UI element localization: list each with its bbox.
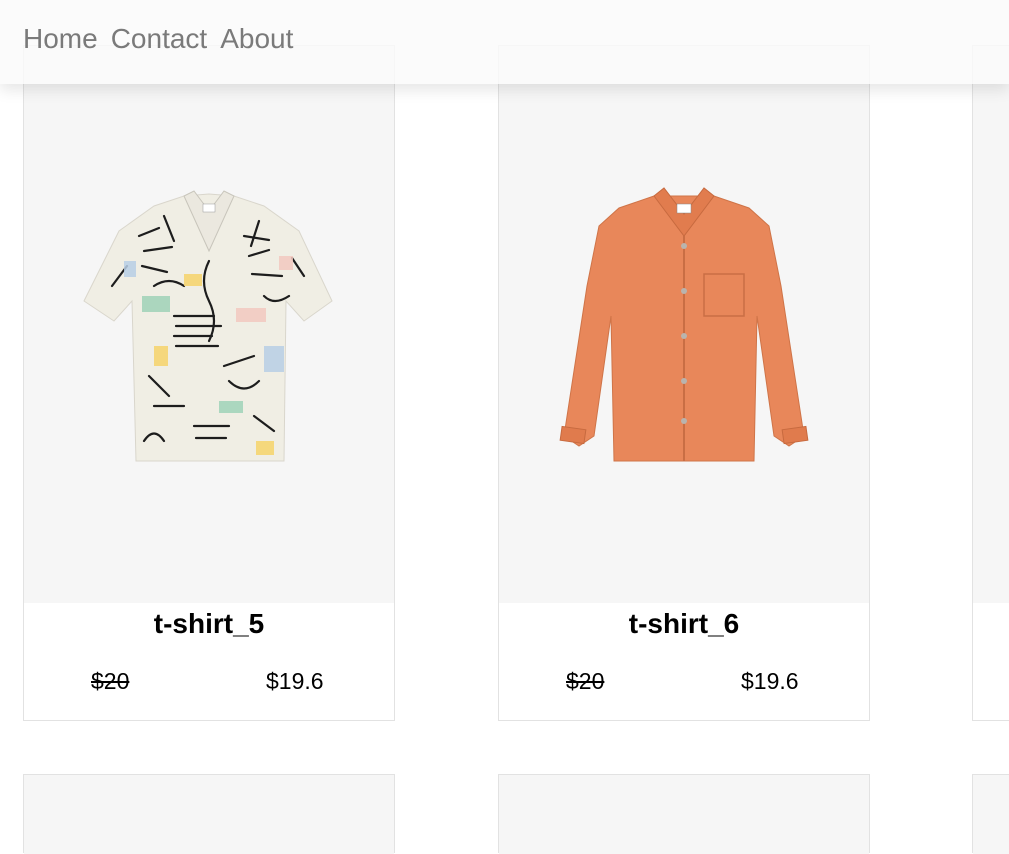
- product-image-patterned-shirt[interactable]: [24, 46, 394, 603]
- top-navbar: Home Contact About: [0, 0, 1009, 84]
- original-price: $20: [91, 668, 130, 694]
- product-card-partial[interactable]: [498, 774, 870, 854]
- sale-price: $19.6: [266, 668, 324, 694]
- sale-price: $19.6: [741, 668, 799, 694]
- product-card-partial[interactable]: [23, 774, 395, 854]
- product-card[interactable]: t-shirt_5 $20 $19.6: [23, 45, 395, 721]
- product-image[interactable]: [973, 46, 1009, 603]
- product-image-orange-shirt[interactable]: [499, 46, 869, 603]
- product-image[interactable]: [499, 775, 869, 854]
- original-price: $20: [566, 668, 605, 694]
- product-image[interactable]: [24, 775, 394, 854]
- product-card[interactable]: t-shirt_6 $20 $19.6: [498, 45, 870, 721]
- product-card-partial[interactable]: [972, 774, 1009, 854]
- product-image[interactable]: [973, 775, 1009, 854]
- nav-links: Home Contact About: [23, 21, 293, 57]
- product-title[interactable]: t-shirt_5: [24, 606, 394, 642]
- nav-link-about[interactable]: About: [220, 21, 293, 57]
- orange-shirt-image: [559, 187, 809, 462]
- patterned-shirt-image: [83, 190, 333, 462]
- nav-link-home[interactable]: Home: [23, 21, 98, 57]
- product-card-partial[interactable]: [972, 45, 1009, 721]
- product-title[interactable]: t-shirt_6: [499, 606, 869, 642]
- nav-link-contact[interactable]: Contact: [111, 21, 208, 57]
